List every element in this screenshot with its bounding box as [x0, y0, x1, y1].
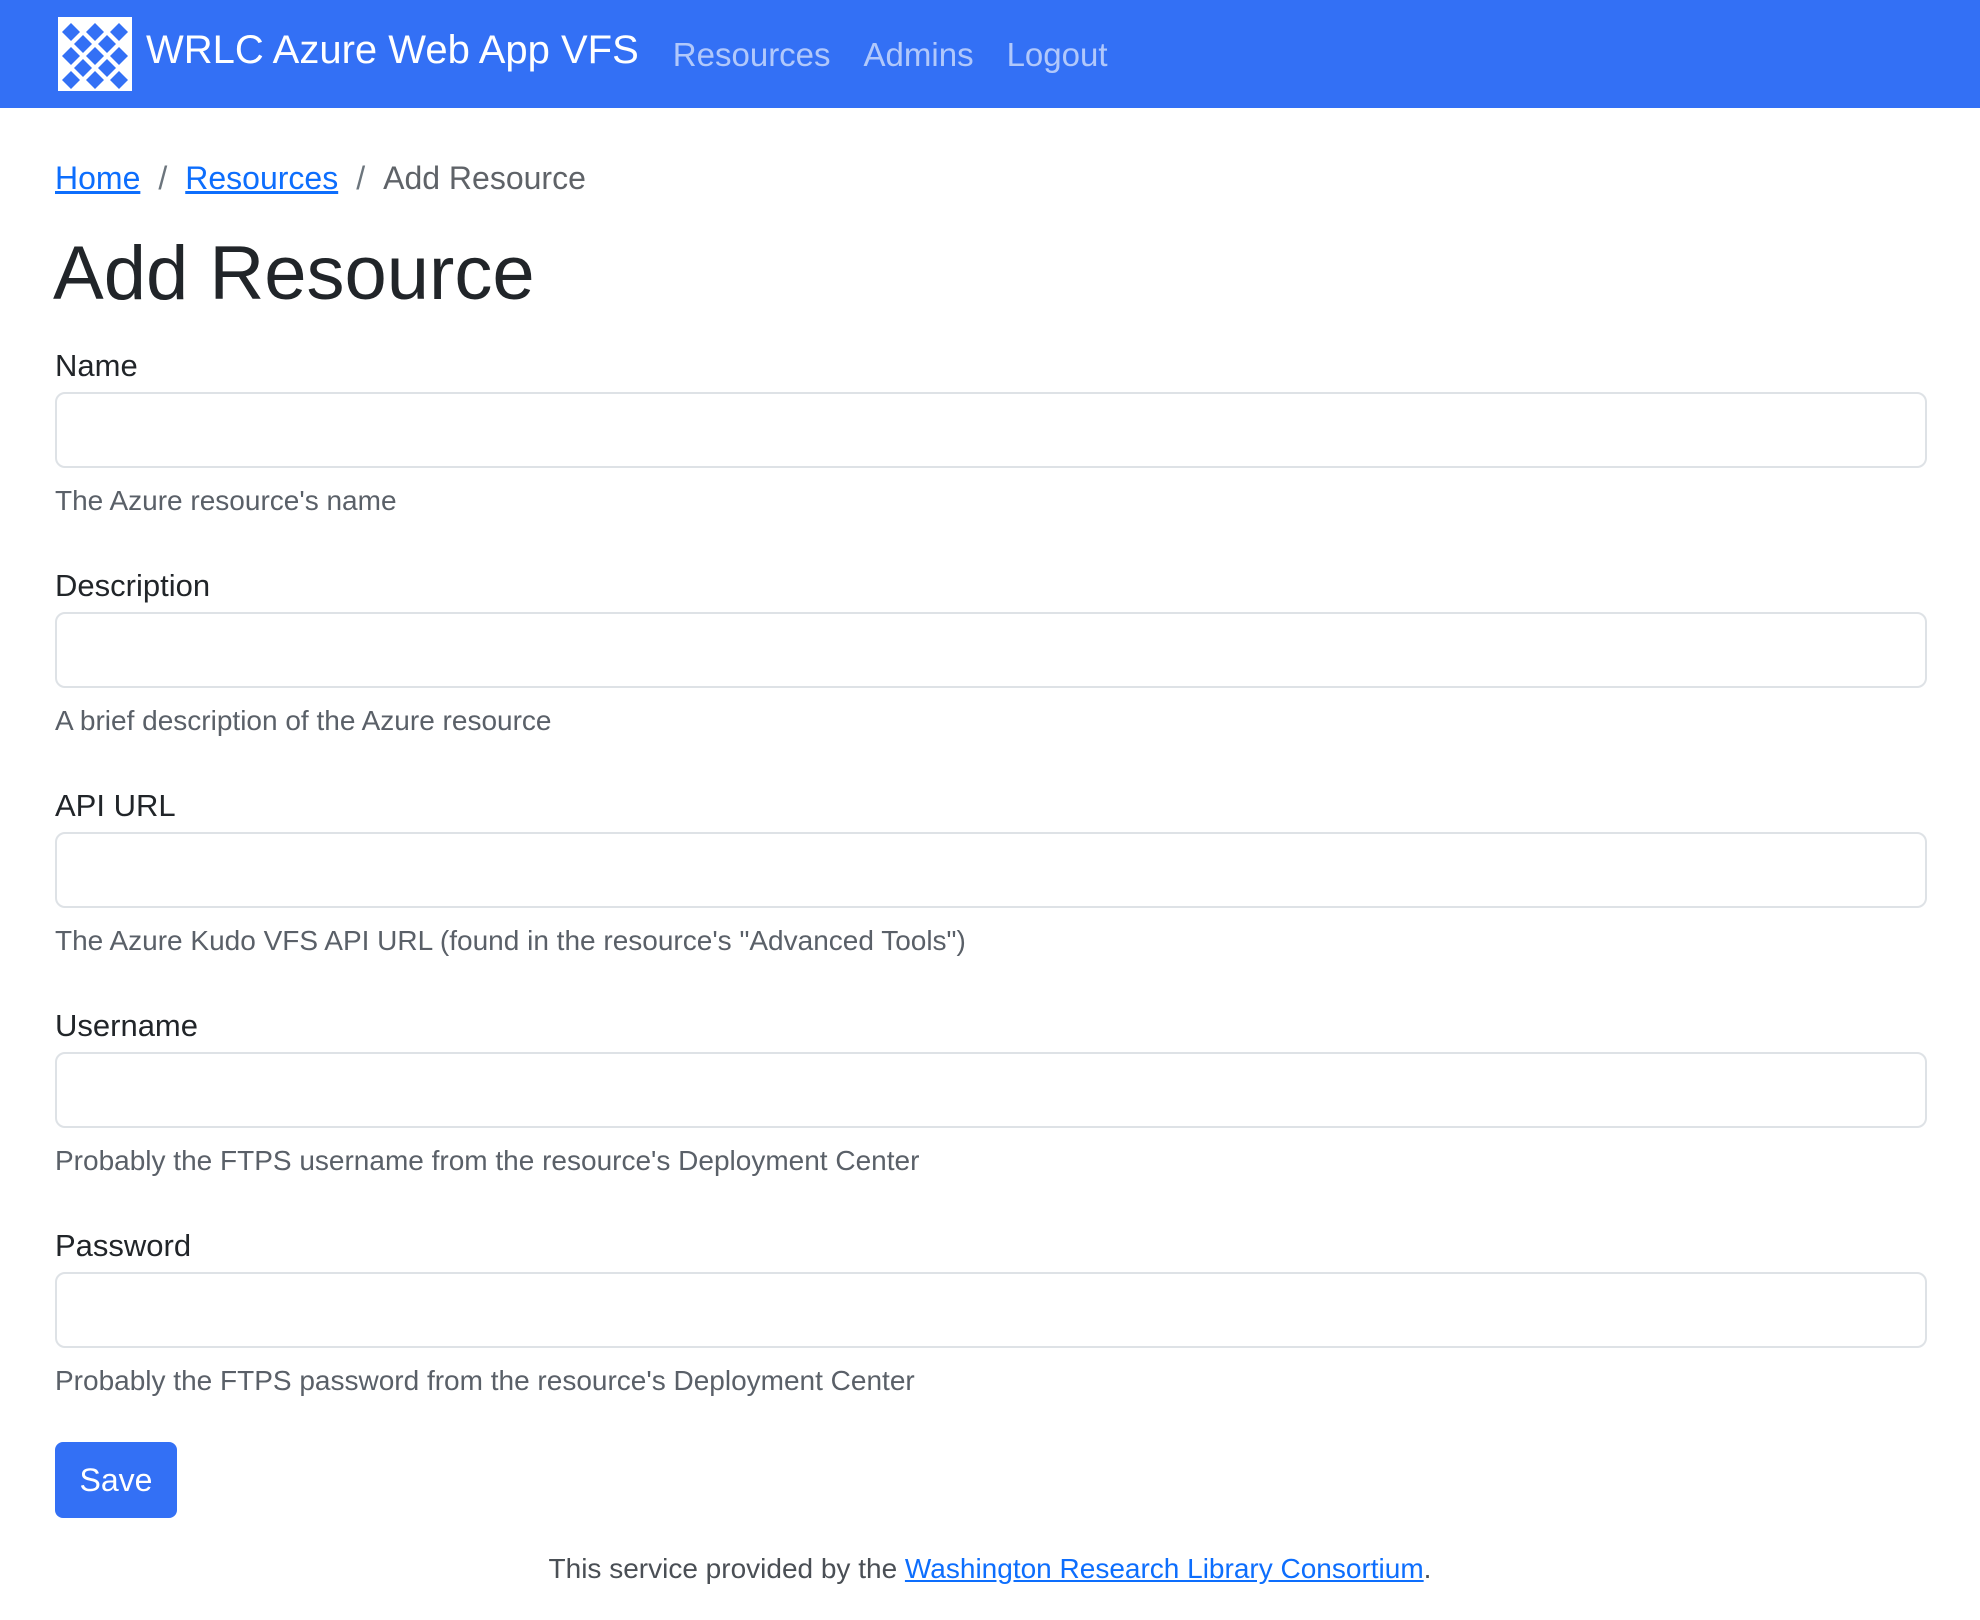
description-label: Description — [55, 568, 211, 603]
footer-prefix-text: This service provided by the — [548, 1553, 905, 1584]
brand-title[interactable]: WRLC Azure Web App VFS — [146, 30, 639, 70]
password-input[interactable] — [55, 1272, 1927, 1348]
username-label: Username — [55, 1008, 198, 1043]
api-url-input[interactable] — [55, 832, 1927, 908]
api-url-help-text: The Azure Kudo VFS API URL (found in the… — [55, 925, 966, 956]
breadcrumb-current: Add Resource — [383, 160, 586, 196]
breadcrumb-resources-link[interactable]: Resources — [185, 160, 338, 197]
breadcrumb: Home / Resources / Add Resource — [55, 160, 586, 197]
name-help-text: The Azure resource's name — [55, 485, 397, 516]
page-title: Add Resource — [53, 231, 535, 316]
name-label: Name — [55, 348, 138, 383]
save-button[interactable]: Save — [55, 1442, 177, 1518]
nav-link-logout[interactable]: Logout — [1007, 36, 1108, 74]
description-input[interactable] — [55, 612, 1927, 688]
username-help-text: Probably the FTPS username from the reso… — [55, 1145, 920, 1176]
username-input[interactable] — [55, 1052, 1927, 1128]
name-input[interactable] — [55, 392, 1927, 468]
top-navbar: WRLC Azure Web App VFS Resources Admins … — [0, 0, 1980, 108]
breadcrumb-separator: / — [356, 160, 366, 196]
footer-wrlc-link[interactable]: Washington Research Library Consortium — [905, 1553, 1424, 1584]
password-label: Password — [55, 1228, 192, 1263]
nav-link-admins[interactable]: Admins — [864, 36, 974, 74]
footer: This service provided by the Washington … — [0, 1553, 1980, 1585]
breadcrumb-home-link[interactable]: Home — [55, 160, 140, 197]
password-help-text: Probably the FTPS password from the reso… — [55, 1365, 915, 1396]
nav-link-resources[interactable]: Resources — [673, 36, 831, 74]
api-url-label: API URL — [55, 788, 176, 823]
breadcrumb-separator: / — [158, 160, 168, 196]
nav-links: Resources Admins Logout — [673, 35, 1141, 73]
wrlc-logo-icon[interactable] — [58, 17, 132, 91]
footer-suffix-text: . — [1423, 1553, 1432, 1584]
description-help-text: A brief description of the Azure resourc… — [55, 705, 552, 736]
